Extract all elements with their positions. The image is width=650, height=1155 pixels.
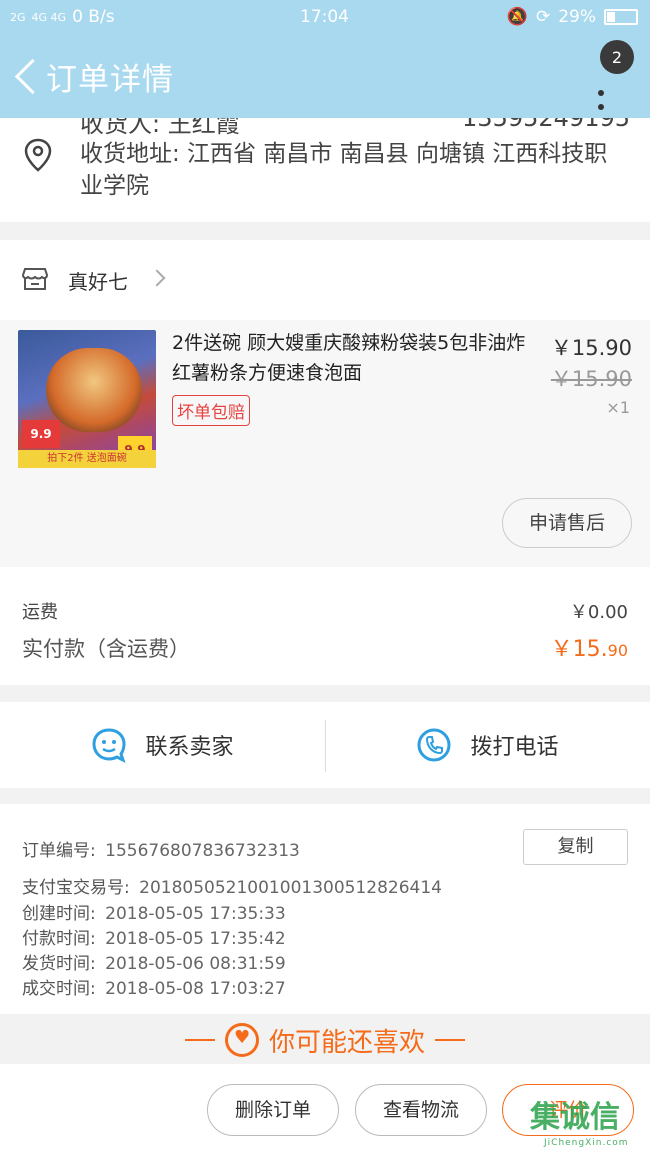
order-info-section: 订单编号: 155676807836732313 复制 支付宝交易号: 2018… xyxy=(0,804,650,1014)
shipping-fee-value: ￥0.00 xyxy=(569,602,628,623)
shop-name: 真好七 xyxy=(68,270,128,294)
total-paid-label: 实付款（含运费） xyxy=(22,637,190,661)
contact-seller-label: 联系卖家 xyxy=(145,735,234,760)
heart-icon xyxy=(224,1023,259,1057)
thumb-price-tag: 9.9 xyxy=(22,420,60,448)
fees-section: 运费 ￥0.00 实付款（含运费） ￥15.90 xyxy=(0,567,650,685)
recommend-header: 你可能还喜欢 xyxy=(0,1016,650,1064)
product-title[interactable]: 2件送碗 顾大嫂重庆酸辣粉袋装5包非油炸红薯粉条方便速食泡面 xyxy=(172,328,532,388)
thumb-promo-strip: 拍下2件 送泡面碗 xyxy=(18,450,156,468)
product-price: ￥15.90 xyxy=(550,336,632,360)
product-item[interactable]: 9.9 9.9 拍下2件 送泡面碗 2件送碗 顾大嫂重庆酸辣粉袋装5包非油炸红薯… xyxy=(0,320,650,567)
call-label: 拨打电话 xyxy=(470,735,559,760)
address-text: 收货地址: 江西省 南昌市 南昌县 向塘镇 江西科技职业学院 xyxy=(80,141,608,199)
done-row: 成交时间: 2018-05-08 17:03:27 xyxy=(22,974,286,999)
order-number-label: 订单编号: xyxy=(22,841,96,861)
recommend-label: 你可能还喜欢 xyxy=(268,1027,425,1058)
phone-icon xyxy=(417,728,451,762)
done-value: 2018-05-08 17:03:27 xyxy=(105,979,286,999)
total-paid-main: ￥15. xyxy=(550,637,608,662)
delete-order-button[interactable]: 删除订单 xyxy=(207,1084,339,1136)
paid-row: 付款时间: 2018-05-05 17:35:42 xyxy=(22,924,286,949)
location-pin-icon xyxy=(24,138,52,172)
shipped-label: 发货时间: xyxy=(22,954,96,974)
noodle-bowl-image xyxy=(46,348,142,432)
contact-bar: 联系卖家 拨打电话 xyxy=(0,702,650,788)
store-icon xyxy=(22,268,48,290)
recommend-left-line xyxy=(184,1039,215,1041)
call-button[interactable]: 拨打电话 xyxy=(325,702,650,788)
contact-seller-button[interactable]: 联系卖家 xyxy=(0,702,325,788)
paid-value: 2018-05-05 17:35:42 xyxy=(105,929,286,949)
chevron-right-icon xyxy=(148,269,166,287)
watermark-logo: 集诚信 JiChengXin.com xyxy=(530,1092,650,1155)
receiver-phone: 13595249195 xyxy=(462,118,630,132)
signal-4g-icon: 4G 4G xyxy=(31,10,67,24)
shipped-row: 发货时间: 2018-05-06 08:31:59 xyxy=(22,949,286,974)
shipping-fee-label: 运费 xyxy=(22,602,58,623)
receiver-name: 收货人: 王红霞 xyxy=(80,118,240,138)
created-row: 创建时间: 2018-05-05 17:35:33 xyxy=(22,899,286,924)
address-card[interactable]: 收货人: 王红霞 13595249195 收货地址: 江西省 南昌市 南昌县 向… xyxy=(0,118,650,222)
order-number-row: 订单编号: 155676807836732313 xyxy=(22,836,300,861)
shop-row[interactable]: 真好七 xyxy=(0,240,650,320)
order-number-value: 155676807836732313 xyxy=(105,841,300,861)
alipay-row: 支付宝交易号: 2018050521001001300512826414 xyxy=(22,873,442,898)
watermark-subtext: JiChengXin.com xyxy=(544,1138,629,1148)
created-value: 2018-05-05 17:35:33 xyxy=(105,904,286,924)
guarantee-badge: 坏单包赔 xyxy=(172,395,250,426)
battery-icon xyxy=(604,9,638,25)
chat-face-icon xyxy=(92,728,127,763)
done-label: 成交时间: xyxy=(22,979,96,999)
rotation-lock-icon: ⟳ xyxy=(535,7,551,27)
shipped-value: 2018-05-06 08:31:59 xyxy=(105,954,286,974)
copy-button[interactable]: 复制 xyxy=(523,829,628,865)
product-quantity: ×1 xyxy=(606,398,630,417)
notification-badge: 2 xyxy=(600,40,634,74)
network-speed: 0 B/s xyxy=(72,7,115,27)
battery-percent: 29% xyxy=(558,7,596,27)
more-dot-icon xyxy=(598,104,604,110)
alipay-label: 支付宝交易号: xyxy=(22,878,130,898)
original-price: ￥15.90 xyxy=(550,367,632,391)
back-button[interactable] xyxy=(12,56,42,96)
status-left: 2G 4G 4G 0 B/s xyxy=(10,7,115,27)
total-paid-value: ￥15.90 xyxy=(551,631,628,663)
alipay-value: 2018050521001001300512826414 xyxy=(139,878,442,898)
status-bar: 2G 4G 4G 0 B/s 17:04 🔕 ⟳ 29% xyxy=(0,0,650,34)
view-logistics-button[interactable]: 查看物流 xyxy=(355,1084,487,1136)
created-label: 创建时间: xyxy=(22,904,96,924)
product-thumbnail[interactable]: 9.9 9.9 拍下2件 送泡面碗 xyxy=(18,330,156,468)
status-right: 🔕 ⟳ 29% xyxy=(507,7,638,27)
watermark-text: 集诚信 xyxy=(530,1100,620,1135)
mute-icon: 🔕 xyxy=(506,7,528,27)
signal-2g-icon: 2G xyxy=(10,10,26,24)
after-sale-button[interactable]: 申请售后 xyxy=(502,498,632,548)
paid-label: 付款时间: xyxy=(22,929,96,949)
total-paid-cents: 90 xyxy=(607,641,628,660)
recommend-right-line xyxy=(435,1039,465,1041)
page-title: 订单详情 xyxy=(46,62,174,98)
status-time: 17:04 xyxy=(300,7,349,27)
title-bar: 订单详情 xyxy=(0,34,650,118)
more-dot-icon xyxy=(598,90,604,96)
